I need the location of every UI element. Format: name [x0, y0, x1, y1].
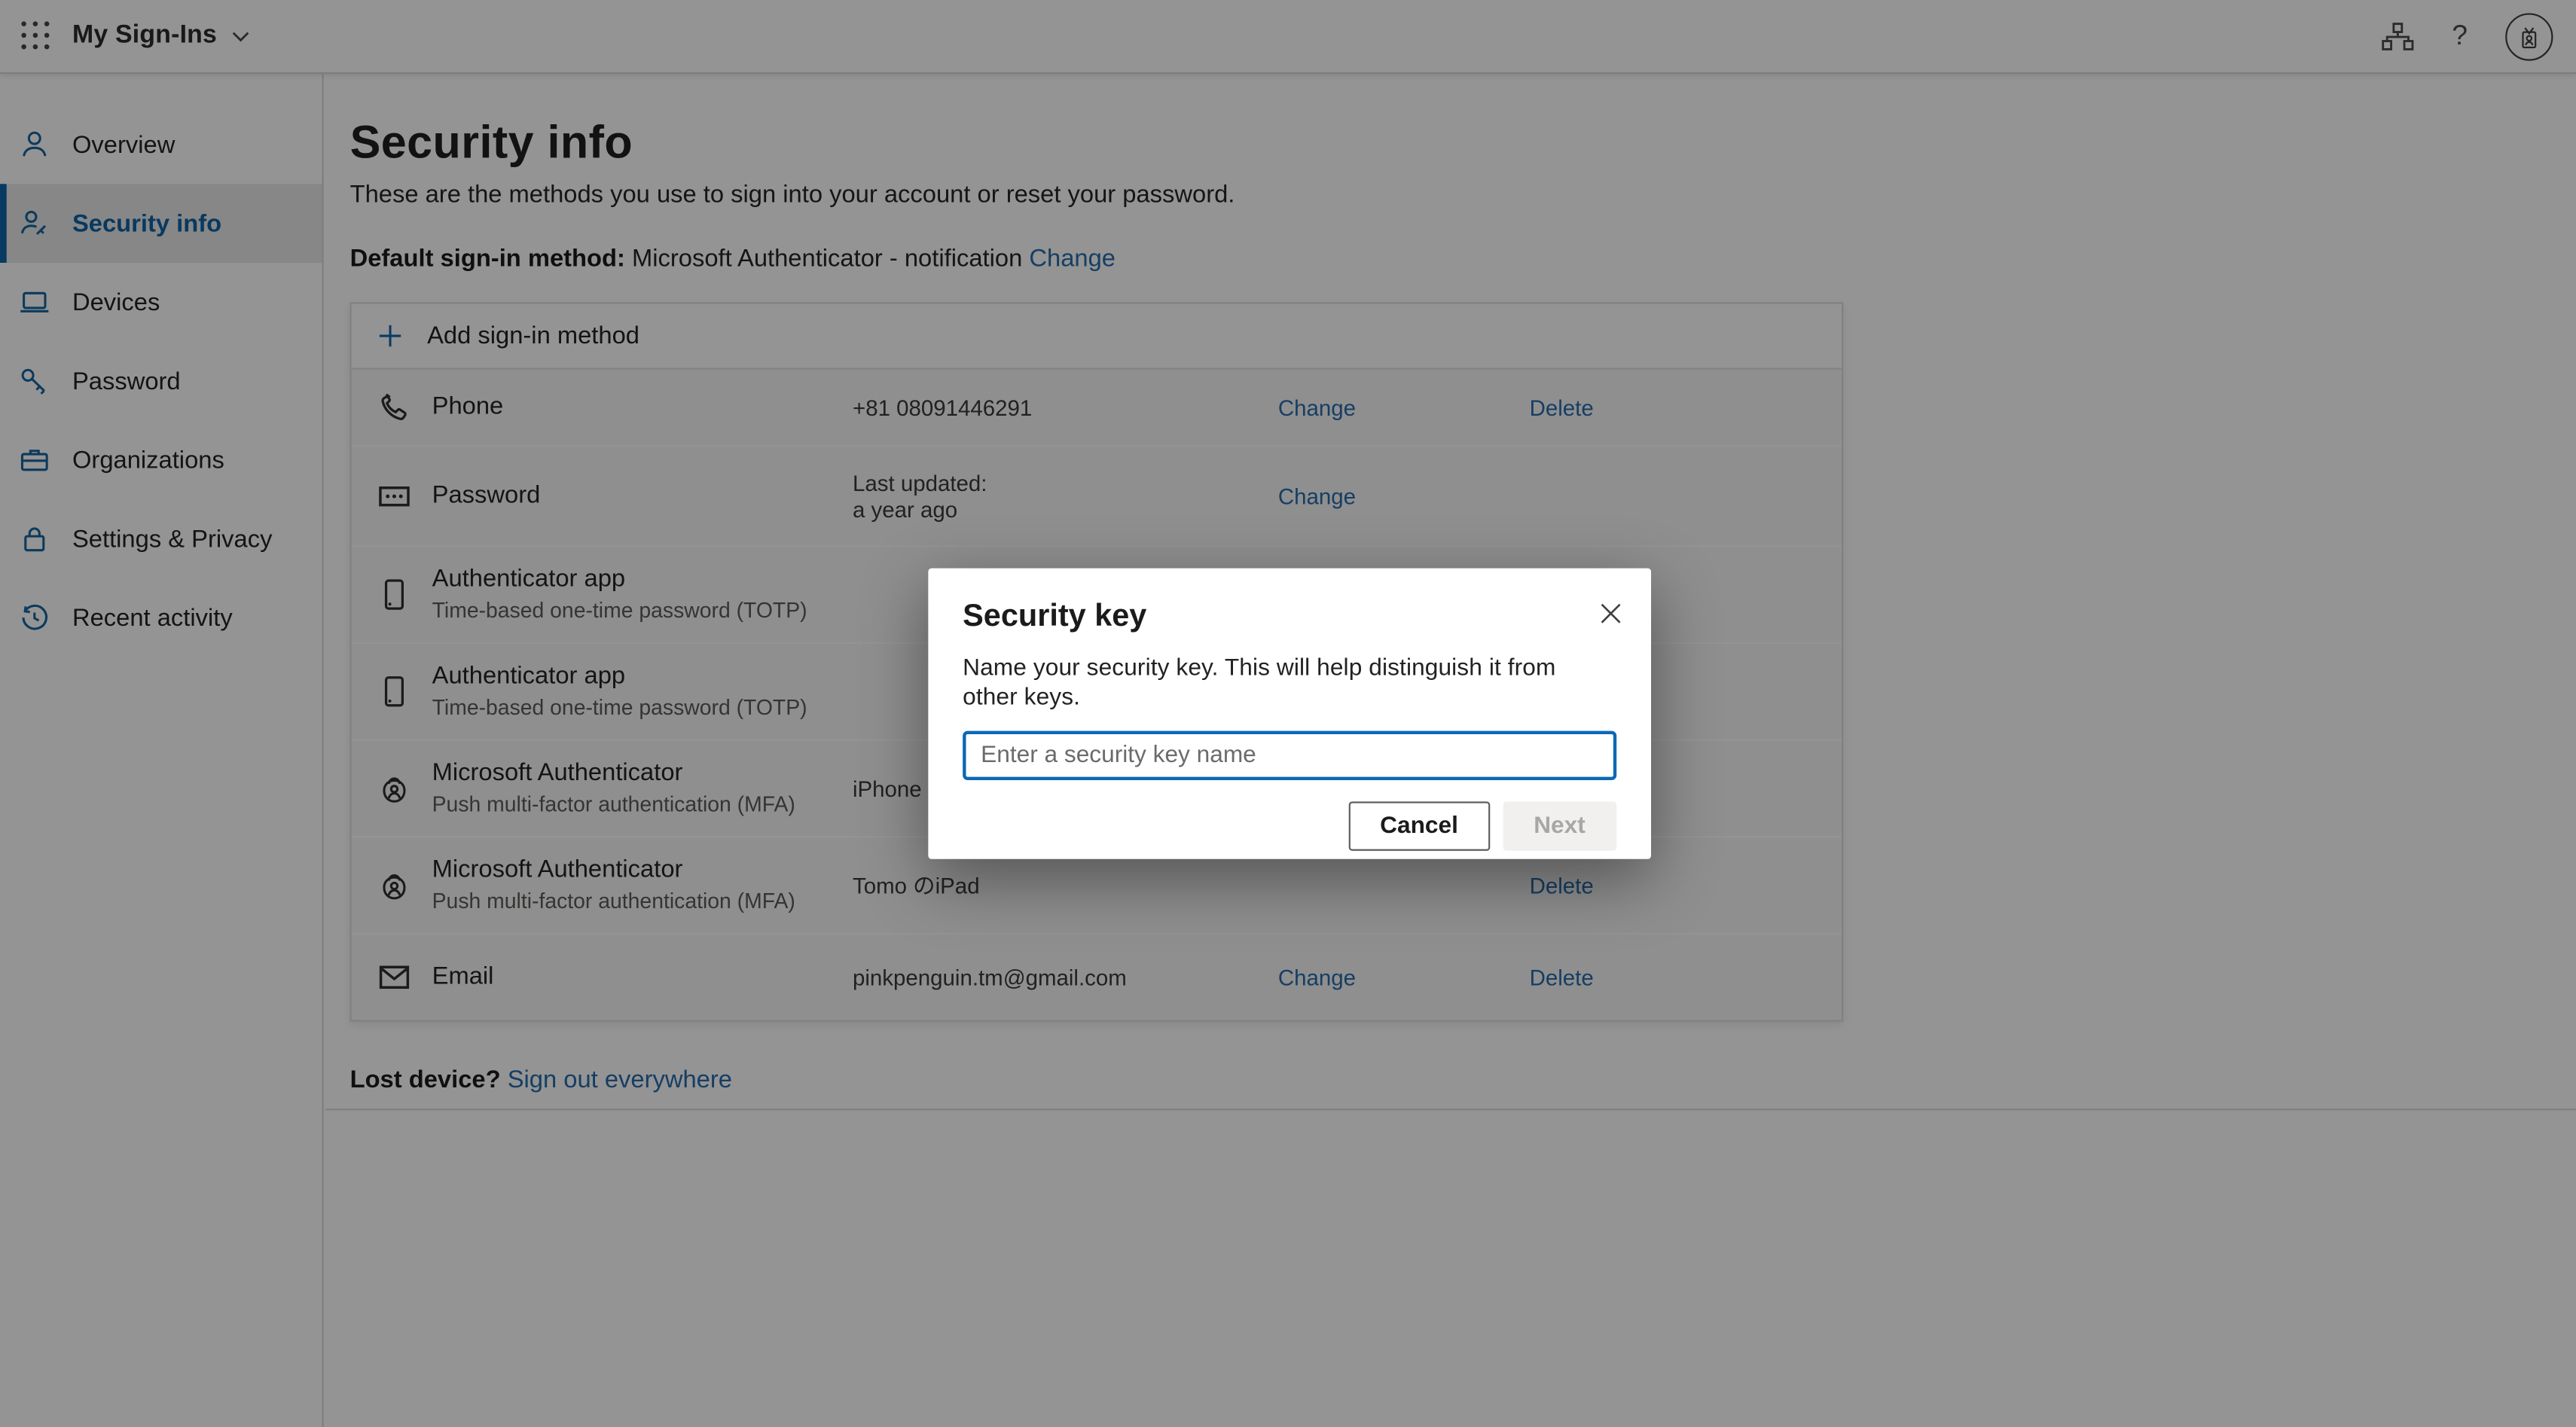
cancel-button[interactable]: Cancel: [1349, 801, 1490, 850]
close-icon[interactable]: [1594, 596, 1627, 630]
dialog-title: Security key: [963, 596, 1616, 639]
dialog-message: Name your security key. This will help d…: [963, 654, 1616, 713]
security-key-name-input[interactable]: [963, 731, 1616, 780]
my-signins-page: My Sign-Ins ?: [0, 0, 2576, 1427]
dialog-buttons: Cancel Next: [963, 801, 1616, 850]
next-button[interactable]: Next: [1503, 801, 1616, 850]
security-key-dialog: Security key Name your security key. Thi…: [928, 569, 1651, 859]
